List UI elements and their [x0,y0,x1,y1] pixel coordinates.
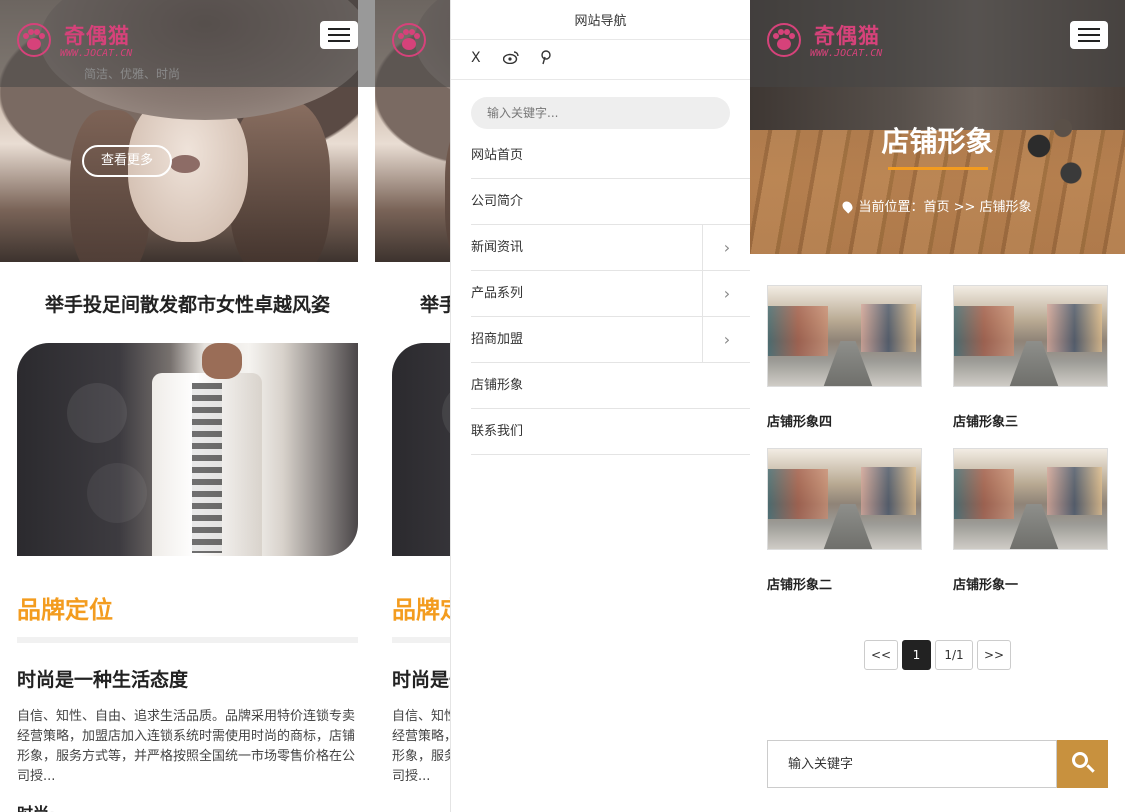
nav-item-home[interactable]: 网站首页 [471,133,750,179]
store-thumbnail[interactable] [767,448,922,550]
brand-name: 奇偶猫 [64,24,130,48]
drawer-nav-list: 网站首页 公司简介 新闻资讯 › 产品系列 › 招商加盟 › 店铺形象 联系我们 [471,133,750,455]
store-card-label[interactable]: 店铺形象三 [953,411,1108,430]
breadcrumb-prefix: 当前位置： [858,200,924,215]
store-image-screen: 店铺形象 当前位置：首页 >> 店铺形象 奇偶猫 WWW.JOCAT.CN 店铺… [750,0,1125,812]
header: 奇偶猫 WWW.JOCAT.CN [750,0,1125,87]
home-screen: 查看更多 奇偶猫 WWW.JOCAT.CN 简洁、优雅、时尚 举手投足间散发都市… [0,0,375,812]
nav-item-label: 联系我们 [471,424,524,439]
nav-drawer: 网站导航 X 网站首页 公司简介 新闻资讯 › 产品系列 › 招商加盟 › 店铺形象 … [450,0,750,812]
breadcrumb: 当前位置：首页 >> 店铺形象 [750,196,1125,215]
drawer-title: 网站导航 [451,0,750,40]
nav-item-label: 店铺形象 [471,378,524,393]
store-card[interactable]: 店铺形象二 [767,448,922,593]
location-pin-icon [840,199,856,214]
store-card[interactable]: 店铺形象三 [953,285,1108,430]
logo[interactable]: 奇偶猫 WWW.JOCAT.CN [16,20,176,64]
nav-item-franchise[interactable]: 招商加盟 › [471,317,750,363]
search-button[interactable] [1057,740,1108,788]
nav-item-label: 网站首页 [471,148,524,163]
body-text: 自信、知性、自由、追求生活品质。品牌采用特价连锁专卖经营策略，加盟店加入连锁系统… [17,709,356,784]
store-card[interactable]: 店铺形象一 [953,448,1108,593]
weibo-icon[interactable] [502,50,519,68]
section-divider [17,637,358,643]
next-section-title: 时尚·… [17,800,71,812]
chevron-right-icon[interactable]: › [702,225,750,270]
nav-item-label: 公司简介 [471,194,524,209]
header: 奇偶猫 WWW.JOCAT.CN [0,0,375,87]
brand-url: WWW.JOCAT.CN [60,48,133,59]
prev-page-button[interactable]: << [864,640,898,670]
section-title: 品牌定位 [17,596,113,624]
drawer-search-input[interactable] [471,97,730,129]
nav-item-label: 产品系列 [471,286,524,301]
store-thumbnail[interactable] [767,285,922,387]
nav-item-contact[interactable]: 联系我们 [471,409,750,455]
store-thumbnail[interactable] [953,448,1108,550]
page-count: 1/1 [935,640,973,670]
store-card[interactable]: 店铺形象四 [767,285,922,430]
logo[interactable]: 奇偶猫 WWW.JOCAT.CN [766,20,926,64]
paw-icon [392,23,426,57]
hamburger-menu-button[interactable] [1070,21,1108,49]
sub-title: 时尚是一种生活态度 [17,669,189,691]
store-thumbnail[interactable] [953,285,1108,387]
paw-icon [767,23,801,57]
paw-icon [17,23,51,57]
search-input[interactable] [767,740,1057,788]
chevron-right-icon[interactable]: › [702,271,750,316]
pinterest-icon[interactable] [540,50,552,69]
view-more-button[interactable]: 查看更多 [82,145,172,177]
bottom-search [767,740,1108,788]
nav-item-news[interactable]: 新闻资讯 › [471,225,750,271]
store-card-label[interactable]: 店铺形象一 [953,574,1108,593]
x-link[interactable]: X [471,50,481,66]
hamburger-menu-button[interactable] [320,21,358,49]
nav-item-about[interactable]: 公司简介 [471,179,750,225]
social-links: X [451,40,750,80]
brand-slogan: 简洁、优雅、时尚 [84,67,181,81]
page-1-button[interactable]: 1 [902,640,931,670]
page-title: 店铺形象 [881,125,994,158]
store-card-label[interactable]: 店铺形象四 [767,411,922,430]
brand-url: WWW.JOCAT.CN [810,48,883,59]
next-page-button[interactable]: >> [977,640,1011,670]
breadcrumb-path[interactable]: 首页 >> 店铺形象 [923,200,1031,215]
brand-name: 奇偶猫 [814,24,880,48]
nav-item-store[interactable]: 店铺形象 [471,363,750,409]
nav-item-label: 招商加盟 [471,332,524,347]
nav-item-products[interactable]: 产品系列 › [471,271,750,317]
home-screen-with-drawer: 举手投足间散发都市女性卓越风姿 品牌定位 时尚是一种生活态度 自信、知性、自由、… [375,0,750,812]
nav-item-label: 新闻资讯 [471,240,524,255]
title-underline [888,167,988,170]
main-title: 举手投足间散发都市女性卓越风姿 [44,294,330,316]
chevron-right-icon[interactable]: › [702,317,750,362]
store-card-label[interactable]: 店铺形象二 [767,574,922,593]
clothes-image[interactable] [17,343,358,556]
